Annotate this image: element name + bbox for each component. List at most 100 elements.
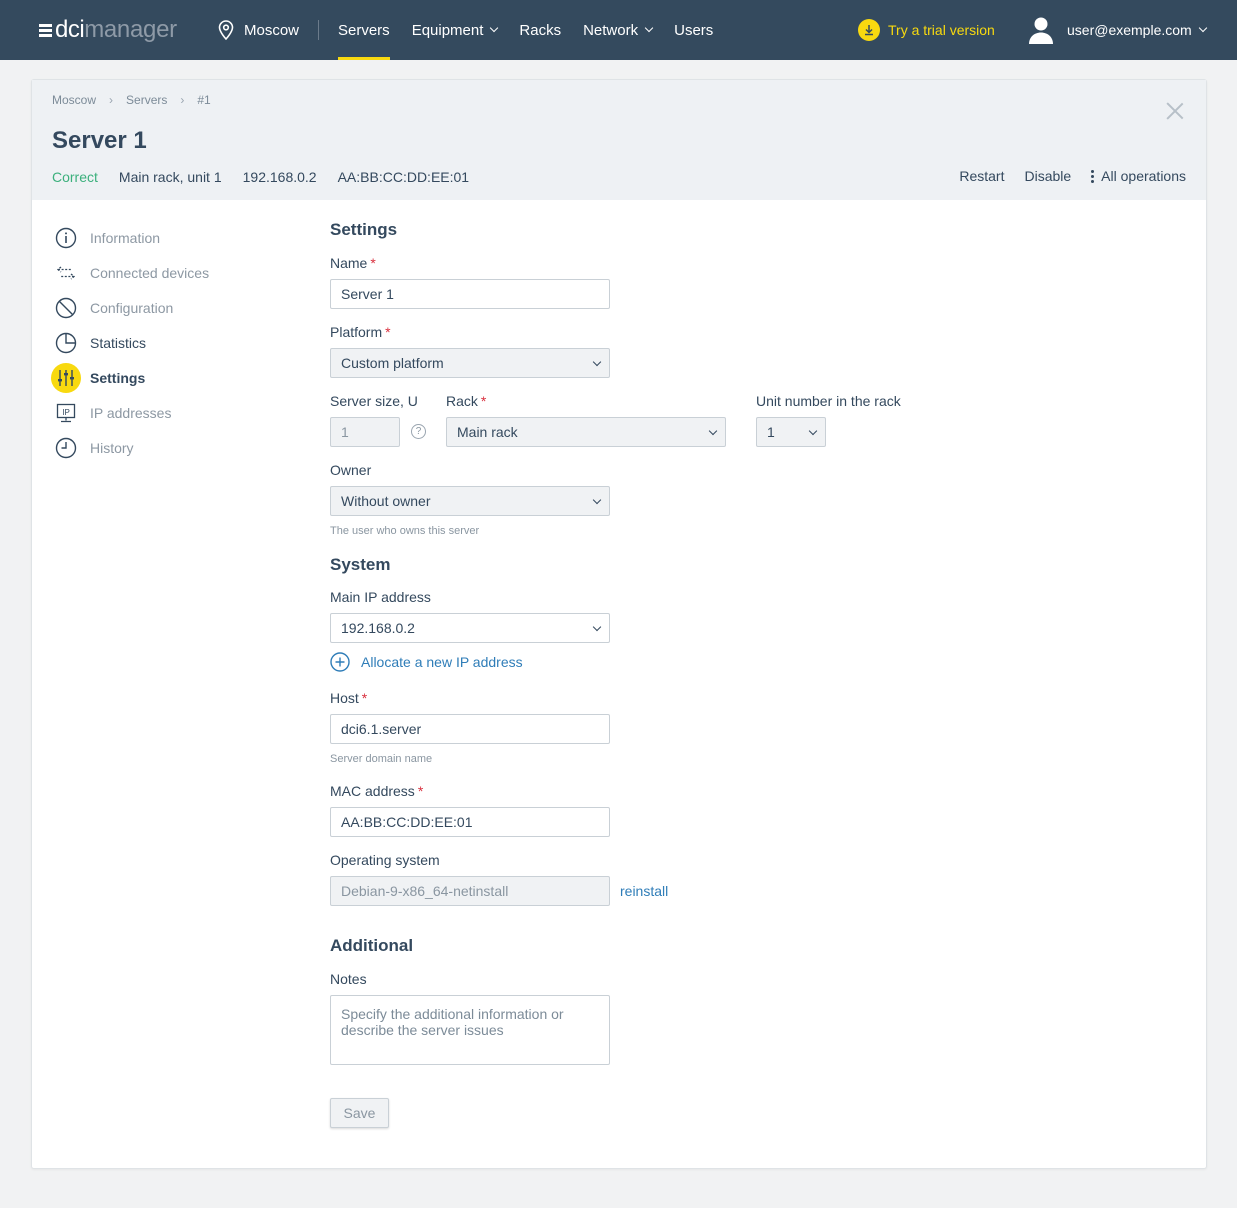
sidebar-item-ip-addresses[interactable]: IP IP addresses bbox=[51, 395, 209, 430]
help-icon[interactable]: ? bbox=[411, 424, 426, 439]
sidebar-item-label: IP addresses bbox=[90, 404, 172, 421]
rack-label: Rack * bbox=[446, 393, 486, 409]
connected-devices-icon bbox=[51, 258, 81, 288]
allocate-ip-link[interactable]: Allocate a new IP address bbox=[330, 652, 523, 672]
sidebar-item-label: Connected devices bbox=[90, 264, 210, 281]
location-label: Moscow bbox=[244, 21, 300, 39]
breadcrumb-servers[interactable]: Servers bbox=[126, 93, 167, 107]
chevron-down-icon bbox=[1198, 23, 1207, 33]
rack-select[interactable]: Main rack bbox=[446, 417, 726, 447]
add-circle-icon bbox=[330, 652, 350, 672]
top-navigation-bar: dci manager Moscow Servers Equipment Rac… bbox=[0, 0, 1237, 60]
host-hint: Server domain name bbox=[330, 753, 433, 765]
logo-text-secondary: manager bbox=[84, 16, 177, 43]
breadcrumb-separator: › bbox=[180, 93, 185, 107]
required-mark: * bbox=[480, 393, 487, 409]
logo-mark-icon bbox=[39, 23, 52, 37]
mac-input[interactable]: AA:BB:CC:DD:EE:01 bbox=[330, 807, 610, 837]
more-vertical-icon bbox=[1091, 169, 1095, 184]
server-location: Main rack, unit 1 bbox=[118, 169, 222, 185]
platform-select[interactable]: Custom platform bbox=[330, 348, 610, 378]
sidebar-item-information[interactable]: Information bbox=[51, 220, 209, 255]
server-size-input[interactable]: 1 bbox=[330, 417, 400, 447]
nav-divider bbox=[318, 20, 319, 40]
platform-label: Platform * bbox=[330, 324, 391, 340]
logo-text-primary: dci bbox=[55, 16, 85, 43]
breadcrumb-current: #1 bbox=[197, 93, 211, 107]
location-pin-icon bbox=[218, 20, 234, 40]
restart-button[interactable]: Restart bbox=[959, 168, 1004, 184]
allocate-ip-label: Allocate a new IP address bbox=[361, 654, 523, 670]
platform-value: Custom platform bbox=[341, 355, 444, 371]
chevron-down-icon bbox=[708, 426, 718, 436]
nav-item-label: Network bbox=[583, 21, 639, 39]
status-badge: Correct bbox=[52, 169, 98, 185]
nav-item-servers[interactable]: Servers bbox=[338, 0, 390, 60]
save-button[interactable]: Save bbox=[330, 1098, 389, 1128]
nav-item-equipment[interactable]: Equipment bbox=[412, 0, 499, 60]
notes-label: Notes bbox=[330, 971, 367, 987]
unit-number-value: 1 bbox=[767, 424, 775, 440]
notes-textarea[interactable] bbox=[330, 995, 610, 1065]
sidebar-item-label: Statistics bbox=[90, 334, 147, 351]
chevron-down-icon bbox=[592, 622, 602, 632]
main-ip-value: 192.168.0.2 bbox=[341, 620, 415, 636]
mac-label: MAC address * bbox=[330, 783, 423, 799]
sidebar-item-history[interactable]: History bbox=[51, 430, 209, 465]
required-mark: * bbox=[370, 255, 376, 271]
host-input[interactable]: dci6.1.server bbox=[330, 714, 610, 744]
main-ip-select[interactable]: 192.168.0.2 bbox=[330, 613, 610, 643]
panel-header: Moscow › Servers › #1 Server 1 Correct M… bbox=[32, 80, 1206, 200]
sidebar-item-statistics[interactable]: Statistics bbox=[51, 325, 209, 360]
history-icon bbox=[51, 433, 81, 463]
chevron-down-icon bbox=[808, 426, 818, 436]
trial-version-link[interactable]: Try a trial version bbox=[858, 18, 995, 42]
settings-heading: Settings bbox=[330, 220, 398, 239]
chevron-down-icon bbox=[592, 357, 602, 367]
close-icon[interactable] bbox=[1166, 102, 1184, 120]
breadcrumb: Moscow › Servers › #1 bbox=[52, 93, 224, 107]
chevron-down-icon bbox=[592, 495, 602, 505]
sidebar-item-settings[interactable]: Settings bbox=[51, 360, 209, 395]
sidebar-item-connected-devices[interactable]: Connected devices bbox=[51, 255, 209, 290]
nav-item-users[interactable]: Users bbox=[674, 0, 713, 60]
sidebar-item-label: History bbox=[90, 439, 134, 456]
owner-label: Owner bbox=[330, 462, 372, 478]
server-size-label: Server size, U bbox=[330, 393, 418, 409]
nav-item-network[interactable]: Network bbox=[583, 0, 654, 60]
sidebar-item-configuration[interactable]: Configuration bbox=[51, 290, 209, 325]
user-avatar-icon bbox=[1029, 17, 1053, 44]
download-icon bbox=[858, 19, 880, 41]
owner-value: Without owner bbox=[341, 493, 431, 509]
main-ip-label: Main IP address bbox=[330, 589, 431, 605]
name-input[interactable]: Server 1 bbox=[330, 279, 610, 309]
host-label-text: Host bbox=[330, 690, 359, 706]
ip-icon: IP bbox=[51, 398, 81, 428]
user-menu[interactable]: user@exemple.com bbox=[1028, 15, 1207, 45]
dcimanager-logo[interactable]: dci manager bbox=[39, 17, 177, 43]
settings-icon bbox=[51, 362, 81, 393]
location-selector[interactable]: Moscow bbox=[218, 19, 299, 41]
breadcrumb-moscow[interactable]: Moscow bbox=[52, 93, 96, 107]
rack-value: Main rack bbox=[457, 424, 518, 440]
unit-number-label: Unit number in the rack bbox=[756, 393, 901, 409]
server-panel: Moscow › Servers › #1 Server 1 Correct M… bbox=[31, 79, 1207, 1169]
page-title: Server 1 bbox=[52, 127, 147, 154]
os-label: Operating system bbox=[330, 852, 440, 868]
user-email: user@exemple.com bbox=[1067, 22, 1192, 38]
mac-label-text: MAC address bbox=[330, 783, 415, 799]
svg-text:IP: IP bbox=[62, 408, 70, 417]
unit-number-select[interactable]: 1 bbox=[756, 417, 826, 447]
rack-label-text: Rack bbox=[446, 393, 478, 409]
all-operations-button[interactable]: All operations bbox=[1091, 168, 1186, 184]
nav-item-racks[interactable]: Racks bbox=[519, 0, 561, 60]
owner-select[interactable]: Without owner bbox=[330, 486, 610, 516]
disable-button[interactable]: Disable bbox=[1024, 168, 1071, 184]
breadcrumb-separator: › bbox=[109, 93, 114, 107]
statistics-icon bbox=[51, 328, 81, 358]
required-mark: * bbox=[417, 783, 424, 799]
reinstall-link[interactable]: reinstall bbox=[620, 883, 668, 899]
host-label: Host * bbox=[330, 690, 367, 706]
os-input[interactable]: Debian-9-x86_64-netinstall bbox=[330, 876, 610, 906]
sidebar-item-label: Information bbox=[90, 229, 161, 246]
